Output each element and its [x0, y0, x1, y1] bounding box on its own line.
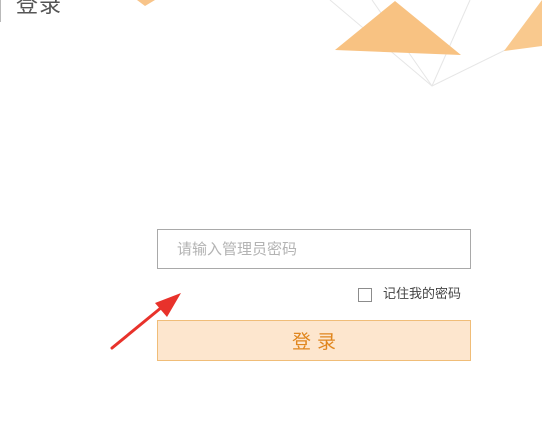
large-orange-triangle: [335, 1, 461, 55]
remember-password[interactable]: 记住我的密码: [358, 287, 461, 303]
decorative-triangles: [137, 0, 542, 87]
small-orange-triangle: [137, 0, 155, 6]
right-orange-triangle: [504, 0, 542, 51]
login-button[interactable]: 登录: [157, 320, 471, 361]
remember-label[interactable]: 记住我的密码: [383, 287, 461, 303]
password-field[interactable]: [157, 229, 471, 269]
remember-checkbox[interactable]: [358, 288, 372, 302]
login-page: 登录 记住我的密码 登录: [0, 0, 542, 423]
header-divider: [0, 0, 1, 22]
page-title: 登录: [16, 0, 63, 18]
